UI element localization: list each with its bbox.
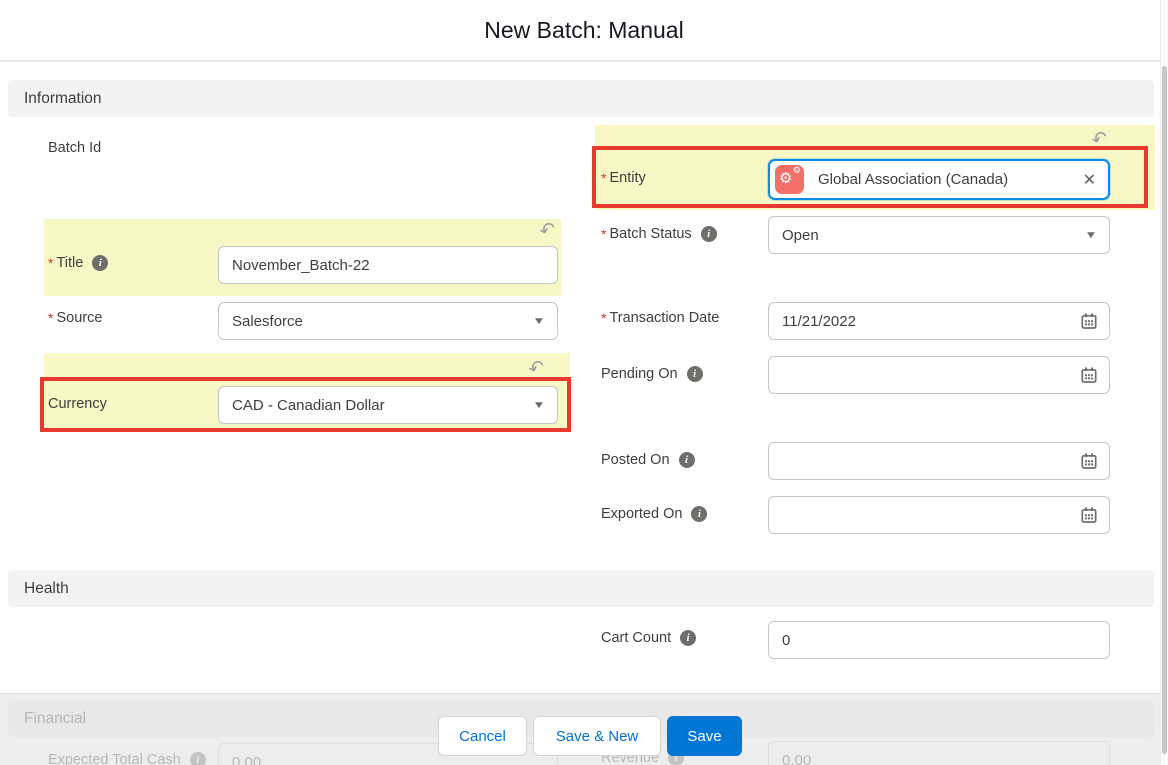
selected-value: Open [782, 227, 819, 244]
expected-total-cash-label-row: Expected Total Cash i [48, 750, 206, 765]
page-title: New Batch: Manual [484, 17, 683, 44]
chevron-down-icon: ▼ [532, 400, 545, 411]
cancel-button[interactable]: Cancel [438, 716, 527, 756]
clear-icon[interactable]: ✕ [1075, 170, 1096, 190]
modal-header: New Batch: Manual [0, 0, 1168, 62]
cart-count-label-row: Cart Count i [601, 628, 696, 648]
info-glyph: i [99, 258, 102, 269]
entity-object-icon: ⚙ ⚙ [775, 165, 804, 194]
section-information: Information [8, 80, 1154, 117]
info-icon[interactable]: i [691, 506, 707, 522]
info-icon[interactable]: i [680, 630, 696, 646]
source-label-row: * Source [48, 308, 102, 328]
section-financial-label: Financial [24, 710, 86, 728]
calendar-icon[interactable] [1081, 507, 1097, 523]
required-marker: * [601, 226, 606, 242]
scrollbar-thumb[interactable] [1162, 66, 1167, 754]
info-glyph: i [685, 455, 688, 466]
info-icon[interactable]: i [92, 255, 108, 271]
info-glyph: i [698, 509, 701, 520]
field-label: Exported On [601, 506, 682, 522]
exported-on-input[interactable] [768, 496, 1110, 534]
gear-icon: ⚙ [793, 166, 801, 175]
batch-status-label-row: * Batch Status i [601, 224, 717, 244]
cart-count-input[interactable] [768, 621, 1110, 659]
info-glyph: i [687, 633, 690, 644]
field-label: Transaction Date [609, 310, 719, 326]
section-health: Health [8, 570, 1154, 607]
save-button[interactable]: Save [667, 716, 742, 756]
field-label: Entity [609, 170, 645, 186]
calendar-icon[interactable] [1081, 313, 1097, 329]
field-label: Source [56, 310, 102, 326]
field-label: Batch Status [609, 226, 691, 242]
title-label-row: * Title i [48, 253, 108, 273]
save-and-new-button[interactable]: Save & New [533, 716, 661, 756]
section-health-label: Health [24, 580, 69, 598]
selected-value: Salesforce [232, 313, 303, 330]
currency-select[interactable]: CAD - Canadian Dollar ▼ [218, 386, 558, 424]
transaction-date-label-row: * Transaction Date [601, 308, 719, 328]
field-label: Expected Total Cash [48, 752, 181, 765]
info-icon[interactable]: i [679, 452, 695, 468]
calendar-icon[interactable] [1081, 367, 1097, 383]
required-marker: * [48, 255, 53, 271]
pending-on-label-row: Pending On i [601, 364, 703, 384]
field-label: Posted On [601, 452, 670, 468]
info-glyph: i [707, 229, 710, 240]
new-batch-modal: New Batch: Manual Information ↶ ↶ ↶ Batc… [0, 0, 1168, 765]
info-icon[interactable]: i [701, 226, 717, 242]
field-label: Cart Count [601, 630, 671, 646]
posted-on-input[interactable] [768, 442, 1110, 480]
selected-value: CAD - Canadian Dollar [232, 397, 385, 414]
info-glyph: i [693, 369, 696, 380]
entity-label-row: * Entity [601, 168, 646, 188]
batch-id-label-row: Batch Id [48, 138, 101, 158]
required-marker: * [601, 310, 606, 326]
source-select[interactable]: Salesforce ▼ [218, 302, 558, 340]
chevron-down-icon: ▼ [532, 316, 545, 327]
batch-status-select[interactable]: Open ▼ [768, 216, 1110, 254]
calendar-icon[interactable] [1081, 453, 1097, 469]
section-information-label: Information [24, 90, 102, 108]
required-marker: * [601, 170, 606, 186]
entity-value: Global Association (Canada) [818, 171, 1008, 188]
currency-label-row: Currency [48, 394, 107, 414]
transaction-date-input[interactable] [768, 302, 1110, 340]
entity-lookup-pill[interactable]: ⚙ ⚙ Global Association (Canada) ✕ [768, 159, 1110, 200]
field-label: Pending On [601, 366, 678, 382]
exported-on-label-row: Exported On i [601, 504, 707, 524]
scrollbar-track[interactable] [1160, 0, 1168, 765]
info-glyph: i [196, 755, 199, 765]
posted-on-label-row: Posted On i [601, 450, 695, 470]
gear-icon: ⚙ [779, 171, 792, 186]
revenue-input[interactable] [768, 741, 1110, 765]
field-label: Title [56, 255, 83, 271]
chevron-down-icon: ▼ [1084, 230, 1097, 241]
required-marker: * [48, 310, 53, 326]
pending-on-input[interactable] [768, 356, 1110, 394]
info-icon[interactable]: i [190, 752, 206, 765]
field-label: Currency [48, 396, 107, 412]
field-label: Batch Id [48, 140, 101, 156]
info-icon[interactable]: i [687, 366, 703, 382]
title-input[interactable] [218, 246, 558, 284]
